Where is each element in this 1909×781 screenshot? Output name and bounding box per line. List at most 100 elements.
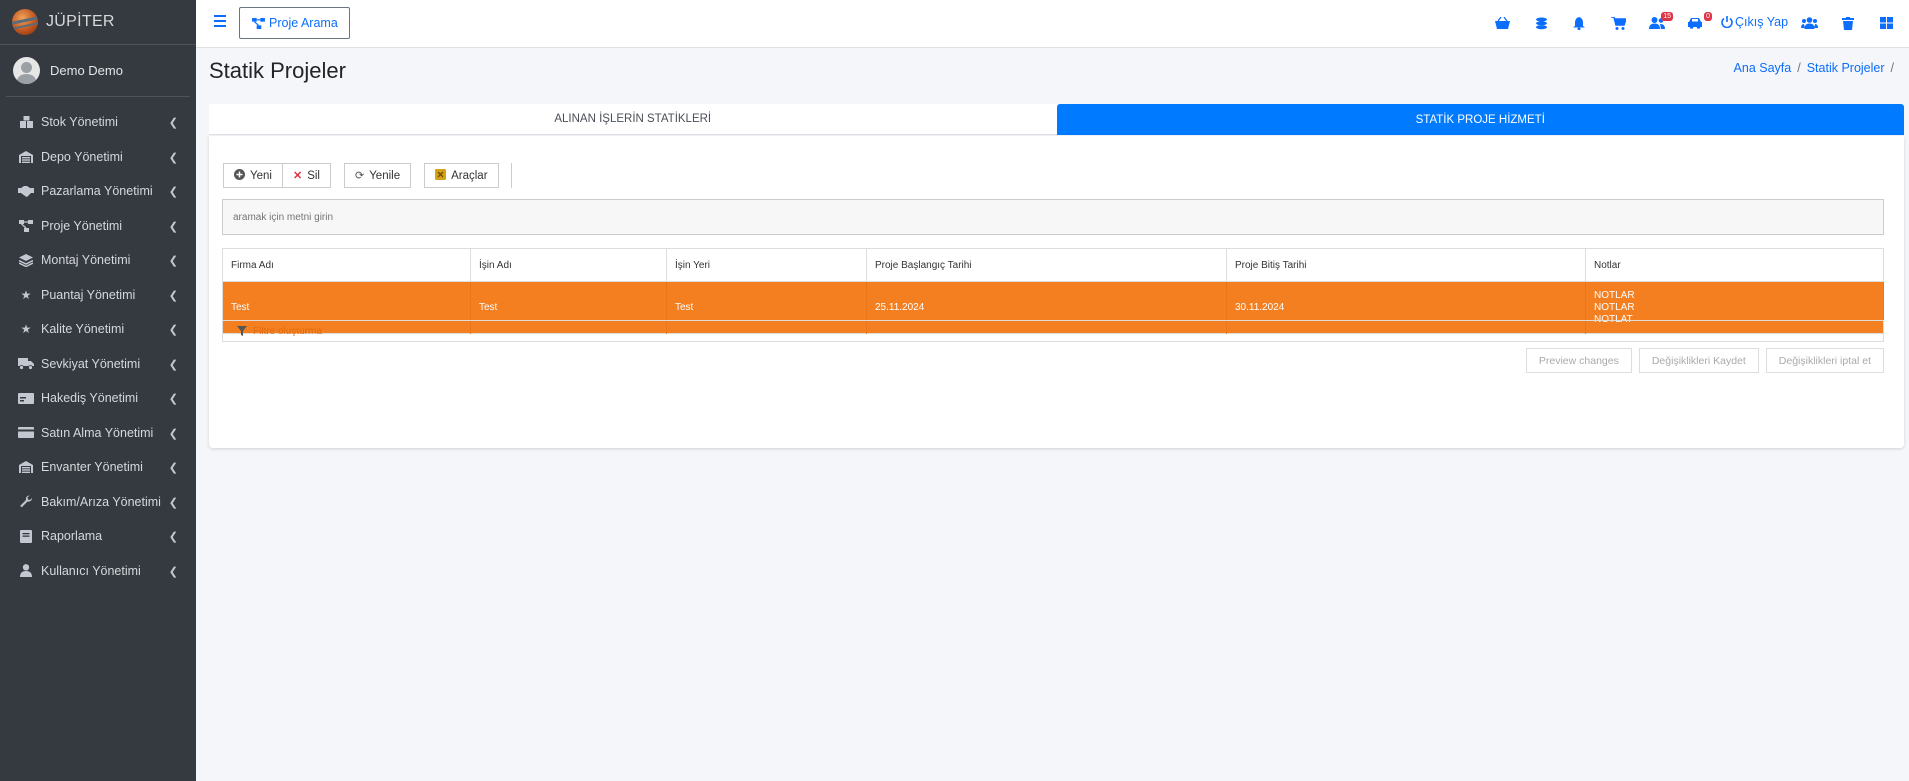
sidebar-item-label: Hakediş Yönetimi [41, 391, 139, 406]
breadcrumb-current[interactable]: Statik Projeler [1807, 61, 1885, 75]
save-changes-button[interactable]: Değişiklikleri Kaydet [1638, 348, 1759, 373]
sidebar-item-label: Stok Yönetimi [41, 115, 118, 130]
sidebar-item-label: Bakım/Arıza Yönetimi [41, 494, 161, 509]
project-search-label: Proje Arama [269, 16, 338, 30]
users-cog-icon[interactable] [1800, 15, 1818, 31]
main-content: Statik Projeler Ana Sayfa / Statik Proje… [196, 48, 1909, 781]
sidebar-item-bakim[interactable]: Bakım/Arıza Yönetimi ❮ [6, 485, 190, 520]
chevron-left-icon: ❮ [168, 496, 178, 509]
sidebar-item-label: Proje Yönetimi [41, 218, 123, 233]
user-panel[interactable]: Demo Demo [6, 45, 190, 97]
edit-actions: Preview changes Değişiklikleri Kaydet De… [1525, 348, 1884, 373]
sidebar-nav: Stok Yönetimi ❮ Depo Yönetimi ❮ Pazarlam… [0, 105, 196, 588]
hamburger-menu-icon[interactable] [214, 15, 226, 27]
project-search-button[interactable]: Proje Arama [239, 7, 350, 39]
breadcrumb: Ana Sayfa / Statik Projeler / [1734, 61, 1894, 75]
page-title: Statik Projeler [209, 58, 346, 83]
star-icon: ★ [20, 287, 32, 302]
table-header-row: Firma Adı İşin Adı İşin Yeri Proje Başla… [222, 248, 1884, 282]
filter-builder[interactable]: Filtre oluşturma [222, 320, 1884, 342]
logout-button[interactable]: Çıkış Yap [1721, 15, 1788, 29]
chevron-left-icon: ❮ [168, 220, 178, 233]
cancel-changes-button[interactable]: Değişiklikleri iptal et [1765, 348, 1884, 373]
truck-icon [18, 357, 34, 371]
sidebar-item-pazarlama[interactable]: Pazarlama Yönetimi ❮ [6, 174, 190, 209]
sidebar-item-label: Kalite Yönetimi [41, 322, 125, 337]
brand-name: JÜPİTER [46, 13, 115, 30]
top-icons: 15 0 Çıkış Yap [1459, 0, 1909, 48]
tools-button[interactable]: Araçlar [424, 163, 499, 188]
sidebar-item-montaj[interactable]: Montaj Yönetimi ❮ [6, 243, 190, 278]
delete-button-label: Sil [307, 169, 320, 182]
project-diagram-icon [18, 219, 34, 233]
bell-icon[interactable] [1570, 15, 1588, 31]
refresh-icon: ⟳ [354, 170, 365, 182]
new-button[interactable]: Yeni [223, 163, 283, 188]
preview-changes-button[interactable]: Preview changes [1525, 348, 1632, 373]
sidebar-item-satin-alma[interactable]: Satın Alma Yönetimi ❮ [6, 416, 190, 451]
breadcrumb-separator: / [1797, 61, 1801, 75]
column-header[interactable]: İşin Yeri [666, 248, 867, 282]
handshake-icon [18, 184, 34, 198]
column-header[interactable]: Notlar [1585, 248, 1884, 282]
sidebar-item-kalite[interactable]: ★ Kalite Yönetimi ❮ [6, 312, 190, 347]
sidebar-item-stok[interactable]: Stok Yönetimi ❮ [6, 105, 190, 140]
coins-icon[interactable] [1532, 15, 1550, 31]
plus-circle-icon [234, 168, 245, 183]
star-icon: ★ [20, 322, 32, 337]
brand[interactable]: JÜPİTER [0, 0, 196, 45]
column-header[interactable]: Proje Başlangıç Tarihi [866, 248, 1227, 282]
sidebar-item-label: Kullanıcı Yönetimi [41, 563, 141, 578]
credit-card-icon [18, 426, 34, 440]
top-navbar: Proje Arama 15 0 Çıkış Yap [196, 0, 1909, 48]
shopping-cart-icon[interactable] [1609, 15, 1627, 31]
search-input[interactable] [222, 199, 1884, 235]
project-diagram-icon [252, 17, 265, 29]
chevron-left-icon: ❮ [168, 358, 178, 371]
boxes-icon [18, 115, 34, 129]
grid-icon[interactable] [1877, 15, 1895, 31]
chevron-left-icon: ❮ [168, 393, 178, 405]
filter-label: Filtre oluşturma [253, 325, 322, 337]
avatar [13, 57, 40, 84]
sidebar-item-proje[interactable]: Proje Yönetimi ❮ [6, 209, 190, 244]
money-icon [18, 391, 34, 405]
refresh-button[interactable]: ⟳ Yenile [343, 163, 412, 188]
tab-alinan-isler[interactable]: ALINAN İŞLERİN STATİKLERİ [209, 104, 1057, 135]
sidebar-item-label: Depo Yönetimi [41, 149, 123, 164]
sidebar-item-label: Sevkiyat Yönetimi [41, 356, 141, 371]
column-header[interactable]: Proje Bitiş Tarihi [1226, 248, 1586, 282]
cars-badge: 0 [1704, 12, 1712, 21]
sidebar-item-puantaj[interactable]: ★ Puantaj Yönetimi ❮ [6, 278, 190, 313]
basket-icon[interactable] [1493, 15, 1511, 31]
chevron-left-icon: ❮ [168, 565, 178, 578]
column-header[interactable]: Firma Adı [222, 248, 471, 282]
tools-icon [435, 168, 447, 183]
trash-icon[interactable] [1839, 15, 1857, 31]
chevron-left-icon: ❮ [168, 324, 178, 336]
sidebar-item-kullanici[interactable]: Kullanıcı Yönetimi ❮ [6, 554, 190, 589]
filter-icon [237, 326, 247, 336]
breadcrumb-home[interactable]: Ana Sayfa [1734, 61, 1792, 75]
chevron-left-icon: ❮ [168, 151, 178, 164]
cars-icon[interactable]: 0 [1687, 12, 1712, 31]
sidebar-item-envanter[interactable]: Envanter Yönetimi ❮ [6, 450, 190, 485]
users-badge: 15 [1661, 12, 1673, 21]
tab-bar: ALINAN İŞLERİN STATİKLERİ STATİK PROJE H… [209, 104, 1904, 135]
tools-button-label: Araçlar [451, 169, 488, 182]
toolbar-divider [510, 163, 512, 188]
sidebar-item-sevkiyat[interactable]: Sevkiyat Yönetimi ❮ [6, 347, 190, 382]
sidebar-item-depo[interactable]: Depo Yönetimi ❮ [6, 140, 190, 175]
sidebar-item-hakedis[interactable]: Hakediş Yönetimi ❮ [6, 381, 190, 416]
logout-label: Çıkış Yap [1735, 15, 1789, 29]
sidebar-item-raporlama[interactable]: Raporlama ❮ [6, 519, 190, 554]
chevron-left-icon: ❮ [168, 427, 178, 440]
delete-button[interactable]: ✕ Sil [282, 163, 331, 188]
note-line: NOTLAR [1594, 301, 1635, 313]
tab-statik-proje-hizmeti[interactable]: STATİK PROJE HİZMETİ [1056, 104, 1904, 135]
sidebar-item-label: Satın Alma Yönetimi [41, 425, 154, 440]
column-header[interactable]: İşin Adı [470, 248, 667, 282]
chevron-left-icon: ❮ [168, 186, 178, 198]
users-icon[interactable]: 15 [1648, 12, 1673, 31]
warehouse-icon [18, 150, 34, 164]
